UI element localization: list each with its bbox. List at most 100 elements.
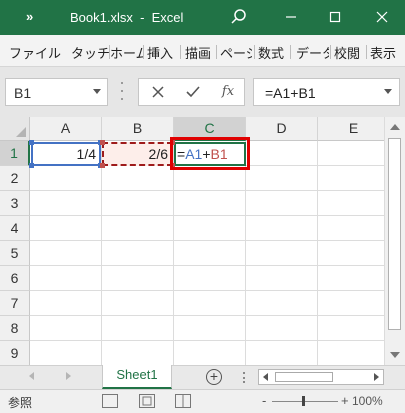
gridline bbox=[30, 340, 384, 341]
maximize-icon[interactable] bbox=[324, 6, 346, 28]
scroll-down-icon[interactable] bbox=[390, 352, 400, 358]
row-header-2[interactable]: 2 bbox=[0, 166, 30, 191]
formula-operator: + bbox=[202, 146, 211, 162]
formula-prefix: = bbox=[177, 146, 186, 162]
zoom-slider[interactable] bbox=[272, 396, 338, 406]
formula-input[interactable]: =A1+B1 bbox=[253, 78, 400, 106]
tab-page-layout[interactable]: ページ bbox=[220, 43, 252, 62]
formula-ref-b1: B1 bbox=[210, 146, 228, 162]
gridline bbox=[30, 215, 384, 216]
row-header-5[interactable]: 5 bbox=[0, 241, 30, 266]
gridline bbox=[245, 141, 246, 365]
title-bar: » Book1.xlsx - Excel bbox=[0, 0, 405, 35]
column-header-d[interactable]: D bbox=[246, 117, 318, 141]
tab-divider bbox=[330, 45, 331, 59]
gridline bbox=[30, 315, 384, 316]
tab-home[interactable]: ホーム bbox=[110, 43, 143, 62]
status-bar: 参照 - + 100% bbox=[0, 389, 405, 413]
search-icon[interactable] bbox=[230, 8, 248, 26]
row-header-8[interactable]: 8 bbox=[0, 316, 30, 341]
tab-divider bbox=[180, 45, 181, 59]
gridline bbox=[317, 141, 318, 365]
tab-touch[interactable]: タッチ bbox=[71, 43, 110, 62]
scroll-up-icon[interactable] bbox=[390, 124, 400, 130]
name-box-value: B1 bbox=[14, 85, 32, 101]
gridline bbox=[30, 290, 384, 291]
drag-handle-icon[interactable] bbox=[243, 372, 245, 383]
select-all-icon bbox=[16, 127, 26, 137]
tab-formulas[interactable]: 数式 bbox=[258, 43, 284, 62]
cell-a1[interactable]: 1/4 bbox=[31, 142, 101, 166]
zoom-in-button[interactable]: + bbox=[341, 393, 349, 408]
formula-input-value: =A1+B1 bbox=[265, 85, 316, 101]
column-header-b[interactable]: B bbox=[102, 117, 174, 141]
sheet-prev-icon[interactable] bbox=[29, 372, 34, 380]
column-header-a[interactable]: A bbox=[30, 117, 102, 141]
tab-divider bbox=[143, 45, 144, 59]
cell-b1[interactable]: 2/6 bbox=[102, 142, 173, 166]
window-title: Book1.xlsx - Excel bbox=[70, 10, 184, 25]
scroll-right-icon[interactable] bbox=[374, 373, 379, 381]
check-icon[interactable] bbox=[182, 82, 204, 102]
zoom-out-button[interactable]: - bbox=[262, 393, 266, 408]
row-header-6[interactable]: 6 bbox=[0, 266, 30, 291]
worksheet-grid[interactable]: A B C D E 1 2 3 4 5 6 7 8 9 1/4 2/6 =A1+… bbox=[0, 117, 384, 365]
formula-bar: B1 fx =A1+B1 bbox=[0, 67, 405, 117]
row-header-7[interactable]: 7 bbox=[0, 291, 30, 316]
tab-review[interactable]: 校閲 bbox=[334, 43, 360, 62]
page-break-view-icon[interactable] bbox=[175, 394, 191, 408]
vertical-scrollbar[interactable] bbox=[384, 117, 405, 365]
status-mode: 参照 bbox=[8, 396, 33, 410]
quick-access-toolbar-button[interactable]: » bbox=[26, 9, 33, 24]
gridline bbox=[173, 141, 174, 365]
zoom-slider-knob[interactable] bbox=[302, 396, 305, 406]
gridline bbox=[30, 265, 384, 266]
row-header-9[interactable]: 9 bbox=[0, 341, 30, 365]
add-sheet-button[interactable]: + bbox=[206, 369, 222, 385]
sheet-tabs-bar: Sheet1 + bbox=[0, 365, 405, 389]
horizontal-scrollbar[interactable] bbox=[258, 369, 384, 385]
normal-view-icon[interactable] bbox=[102, 394, 118, 408]
column-header-c[interactable]: C bbox=[174, 117, 246, 141]
cell-c1[interactable]: =A1+B1 bbox=[174, 142, 246, 166]
select-all-button[interactable] bbox=[0, 117, 30, 141]
tab-file[interactable]: ファイル bbox=[9, 43, 61, 62]
tab-divider bbox=[254, 45, 255, 59]
gridline bbox=[30, 190, 384, 191]
page-layout-view-icon[interactable] bbox=[139, 394, 155, 408]
tab-insert[interactable]: 挿入 bbox=[147, 43, 173, 62]
chevron-down-icon[interactable] bbox=[93, 89, 101, 94]
range-handle[interactable] bbox=[170, 163, 175, 168]
scrollbar-thumb[interactable] bbox=[388, 138, 401, 330]
row-header-3[interactable]: 3 bbox=[0, 191, 30, 216]
insert-function-button[interactable]: fx bbox=[217, 84, 239, 104]
formula-buttons: fx bbox=[138, 78, 245, 106]
zoom-level[interactable]: 100% bbox=[352, 394, 383, 408]
row-header-4[interactable]: 4 bbox=[0, 216, 30, 241]
close-icon[interactable] bbox=[371, 6, 393, 28]
tab-divider bbox=[216, 45, 217, 59]
scroll-left-icon[interactable] bbox=[263, 373, 268, 381]
name-box[interactable]: B1 bbox=[5, 78, 108, 106]
sheet-tab-sheet1[interactable]: Sheet1 bbox=[102, 365, 172, 389]
range-handle[interactable] bbox=[29, 140, 34, 145]
column-header-e[interactable]: E bbox=[318, 117, 384, 141]
tab-divider bbox=[290, 45, 291, 59]
range-handle[interactable] bbox=[100, 163, 105, 168]
sheet-next-icon[interactable] bbox=[66, 372, 71, 380]
range-handle[interactable] bbox=[29, 163, 34, 168]
tab-view[interactable]: 表示 bbox=[370, 43, 403, 62]
scrollbar-thumb[interactable] bbox=[275, 372, 333, 382]
tab-draw[interactable]: 描画 bbox=[185, 43, 211, 62]
row-header-1[interactable]: 1 bbox=[0, 141, 30, 166]
ribbon-tabs: ファイル タッチ ホーム 挿入 描画 ページ 数式 データ 校閲 表示 bbox=[0, 35, 405, 67]
chevron-down-icon[interactable] bbox=[384, 89, 392, 94]
gridline bbox=[30, 240, 384, 241]
tab-data[interactable]: データ bbox=[296, 43, 329, 62]
drag-handle-icon[interactable] bbox=[121, 82, 124, 100]
cancel-icon[interactable] bbox=[147, 82, 169, 102]
gridline bbox=[101, 141, 102, 365]
range-handle[interactable] bbox=[170, 140, 175, 145]
range-handle[interactable] bbox=[100, 140, 105, 145]
minimize-icon[interactable] bbox=[280, 6, 302, 28]
